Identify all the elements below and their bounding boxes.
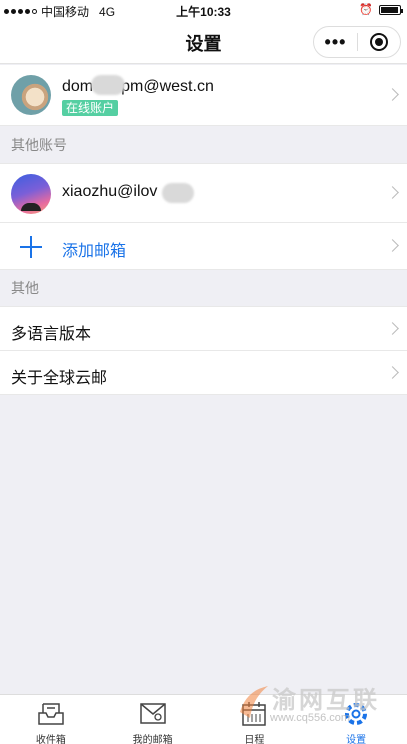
tab-label: 收件箱 <box>35 735 66 744</box>
redaction-blur <box>162 183 194 203</box>
add-mailbox-cell[interactable]: 添加邮箱 <box>0 223 407 270</box>
tab-label: 设置 <box>346 735 367 744</box>
tab-my-mailbox[interactable]: 我的邮箱 <box>102 695 204 744</box>
chevron-right-icon <box>386 88 399 101</box>
status-time: 上午10:33 <box>176 5 231 19</box>
online-account-badge: 在线账户 <box>62 100 119 116</box>
email-suffix: pm@west.cn <box>121 78 214 95</box>
avatar <box>11 75 51 115</box>
menu-item-label: 关于全球云邮 <box>11 370 108 387</box>
menu-item-label: 多语言版本 <box>11 326 92 343</box>
chevron-right-icon <box>386 365 399 379</box>
calendar-icon <box>242 702 267 726</box>
tab-bar: 收件箱 我的邮箱 日程 设置 <box>0 694 407 744</box>
chevron-right-icon <box>386 321 399 335</box>
other-header: 其他 <box>11 280 39 296</box>
tab-label: 日程 <box>244 735 265 744</box>
tab-inbox[interactable]: 收件箱 <box>0 695 102 744</box>
menu-item-about[interactable]: 关于全球云邮 <box>0 351 407 395</box>
tab-settings[interactable]: 设置 <box>305 695 407 744</box>
plus-icon <box>20 236 42 258</box>
other-account-email: xiaozhu@ilov <box>62 183 158 200</box>
miniprogram-capsule: ••• <box>313 26 401 58</box>
tab-calendar[interactable]: 日程 <box>204 695 306 744</box>
settings-icon <box>345 703 368 725</box>
battery-icon <box>379 4 403 15</box>
email-prefix: dom <box>62 78 94 95</box>
other-accounts-header: 其他账号 <box>11 137 67 153</box>
chevron-right-icon <box>386 239 399 252</box>
miniprogram-close-icon[interactable] <box>358 33 400 51</box>
inbox-icon <box>38 703 64 725</box>
redaction-blur <box>91 75 125 95</box>
primary-account-cell[interactable]: dom pm@west.cn 在线账户 <box>0 65 407 126</box>
mailbox-icon <box>139 703 166 724</box>
other-account-cell[interactable]: xiaozhu@ilov <box>0 163 407 223</box>
status-bar: 中国移动 4G 上午10:33 ⏰ <box>0 0 407 20</box>
alarm-icon: ⏰ <box>359 4 373 16</box>
status-right: ⏰ <box>359 3 403 16</box>
tab-label: 我的邮箱 <box>132 735 173 744</box>
add-mailbox-label: 添加邮箱 <box>62 243 127 260</box>
menu-item-language[interactable]: 多语言版本 <box>0 306 407 351</box>
primary-account-email: dom pm@west.cn <box>62 78 214 96</box>
avatar <box>11 174 51 214</box>
navigation-bar: 设置 ••• <box>0 20 407 64</box>
more-dots-icon[interactable]: ••• <box>314 27 357 57</box>
chevron-right-icon <box>386 186 399 199</box>
